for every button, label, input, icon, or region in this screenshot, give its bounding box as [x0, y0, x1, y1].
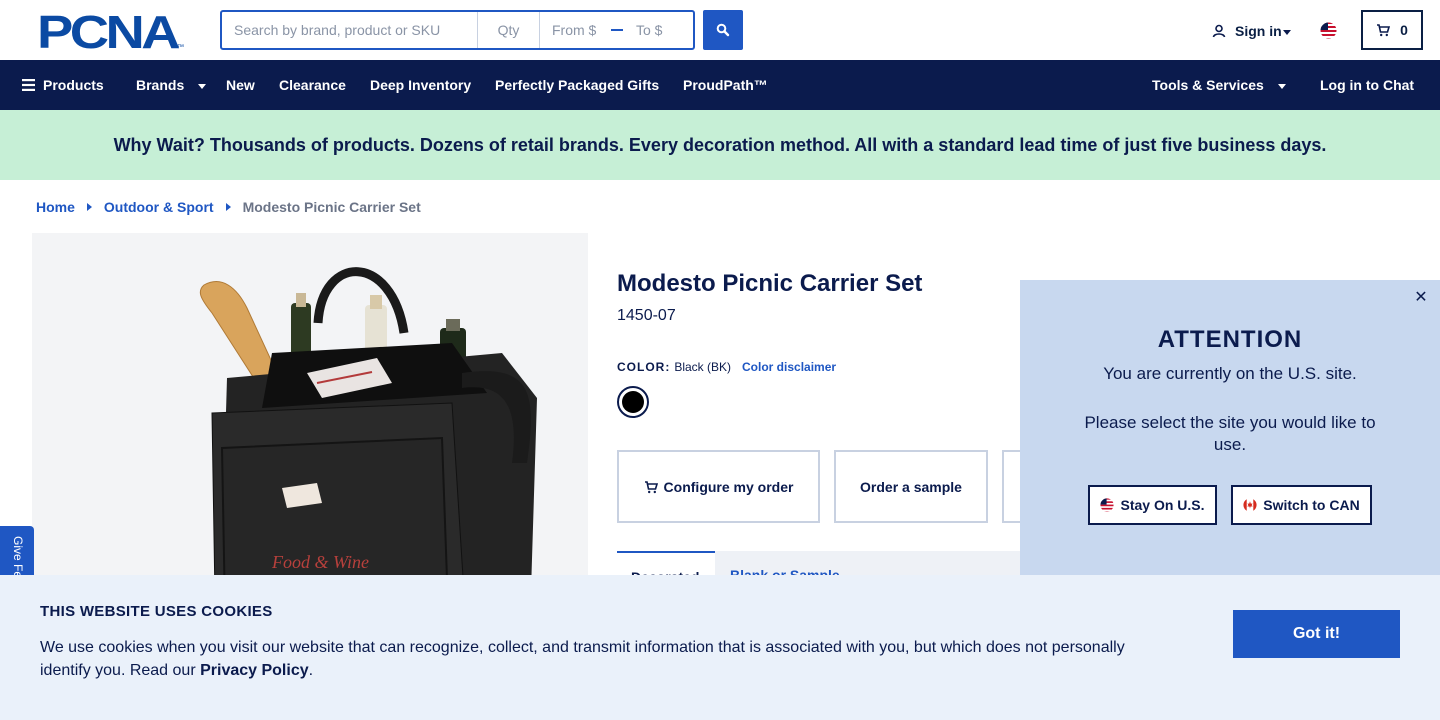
- color-swatch-black[interactable]: [617, 386, 649, 418]
- nav-item-new[interactable]: New: [226, 60, 255, 110]
- product-print-text: Food & Wine: [271, 552, 369, 572]
- search-button[interactable]: [703, 10, 743, 50]
- us-flag-icon: [1100, 498, 1115, 512]
- breadcrumb-current: Modesto Picnic Carrier Set: [242, 199, 421, 215]
- nav-item-proudpath[interactable]: ProudPath™: [683, 60, 768, 110]
- attention-prompt: Please select the site you would like to…: [1084, 413, 1376, 454]
- privacy-policy-link[interactable]: Privacy Policy: [200, 662, 309, 679]
- product-title: Modesto Picnic Carrier Set: [617, 270, 923, 297]
- cart-button[interactable]: 0: [1361, 10, 1423, 50]
- search-input[interactable]: Search by brand, product or SKU: [222, 12, 478, 48]
- cart-icon: [1377, 24, 1391, 37]
- order-sample-button[interactable]: Order a sample: [834, 450, 988, 523]
- nav-item-deep-inventory[interactable]: Deep Inventory: [370, 60, 471, 110]
- cookie-message: We use cookies when you visit our websit…: [40, 636, 1150, 682]
- nav-item-brands[interactable]: Brands: [136, 60, 207, 110]
- attention-title: ATTENTION: [1157, 326, 1303, 353]
- cart-count: 0: [1400, 22, 1408, 38]
- configure-order-button[interactable]: Configure my order: [617, 450, 820, 523]
- nav-item-tools-services[interactable]: Tools & Services: [1152, 60, 1286, 110]
- log-in-to-chat-link[interactable]: Log in to Chat: [1320, 60, 1414, 110]
- sign-in-label: Sign in: [1235, 23, 1282, 39]
- nav-item-products[interactable]: Products: [22, 60, 104, 110]
- canada-flag-icon: [1243, 498, 1257, 512]
- cookie-banner: THIS WEBSITE USES COOKIES We use cookies…: [0, 575, 1440, 720]
- chevron-down-icon: [1282, 29, 1291, 35]
- price-from-input[interactable]: From $: [540, 12, 610, 48]
- switch-to-can-label: Switch to CAN: [1263, 497, 1360, 513]
- cookie-title: THIS WEBSITE USES COOKIES: [40, 603, 273, 620]
- nav-item-clearance[interactable]: Clearance: [279, 60, 346, 110]
- stay-on-us-button[interactable]: Stay On U.S.: [1088, 485, 1217, 525]
- top-header: PCNA ™ Search by brand, product or SKU Q…: [0, 0, 1440, 60]
- site-selection-modal: ✕ ATTENTION You are currently on the U.S…: [1020, 280, 1440, 576]
- main-navigation: Products Brands New Clearance Deep Inven…: [0, 60, 1440, 110]
- chevron-down-icon: [1277, 83, 1286, 89]
- price-to-input[interactable]: To $: [624, 12, 693, 48]
- svg-text:™: ™: [177, 44, 184, 50]
- breadcrumb: Home Outdoor & Sport Modesto Picnic Carr…: [36, 198, 421, 216]
- qty-input[interactable]: Qty: [478, 12, 540, 48]
- configure-order-label: Configure my order: [663, 478, 794, 495]
- sign-in-button[interactable]: Sign in: [1212, 20, 1291, 42]
- nav-item-brands-label: Brands: [136, 77, 185, 93]
- breadcrumb-home[interactable]: Home: [36, 199, 75, 215]
- breadcrumb-category[interactable]: Outdoor & Sport: [104, 199, 214, 215]
- price-range-separator: [610, 12, 624, 48]
- attention-message: You are currently on the U.S. site.: [1103, 364, 1357, 383]
- nav-item-products-label: Products: [43, 77, 104, 93]
- search-icon: [716, 23, 730, 37]
- chevron-right-icon: [225, 203, 231, 211]
- color-value: Black (BK): [674, 360, 732, 374]
- color-label: COLOR:: [617, 360, 671, 374]
- cookie-end: .: [308, 662, 314, 679]
- stay-on-us-label: Stay On U.S.: [1120, 497, 1205, 513]
- order-sample-label: Order a sample: [860, 478, 962, 495]
- color-disclaimer-link[interactable]: Color disclaimer: [742, 360, 836, 374]
- user-icon: [1212, 24, 1226, 38]
- nav-item-tools-services-label: Tools & Services: [1152, 77, 1264, 93]
- menu-icon: [22, 79, 35, 91]
- chevron-down-icon: [198, 83, 207, 89]
- chevron-right-icon: [86, 203, 92, 211]
- switch-to-can-button[interactable]: Switch to CAN: [1231, 485, 1372, 525]
- search-bar: Search by brand, product or SKU Qty From…: [220, 10, 695, 50]
- got-it-button[interactable]: Got it!: [1233, 610, 1400, 658]
- pcna-logo[interactable]: PCNA ™: [37, 6, 185, 58]
- promo-text: Why Wait? Thousands of products. Dozens …: [113, 134, 1327, 155]
- us-flag-icon[interactable]: [1320, 22, 1337, 39]
- close-icon[interactable]: ✕: [1412, 288, 1430, 306]
- nav-item-perfectly-packaged-gifts[interactable]: Perfectly Packaged Gifts: [495, 60, 659, 110]
- product-sku: 1450-07: [617, 307, 676, 324]
- color-row: COLOR: Black (BK) Color disclaimer: [617, 360, 836, 374]
- promo-banner: Why Wait? Thousands of products. Dozens …: [0, 110, 1440, 180]
- logo-text: PCNA: [37, 12, 179, 50]
- cart-icon: [644, 480, 658, 493]
